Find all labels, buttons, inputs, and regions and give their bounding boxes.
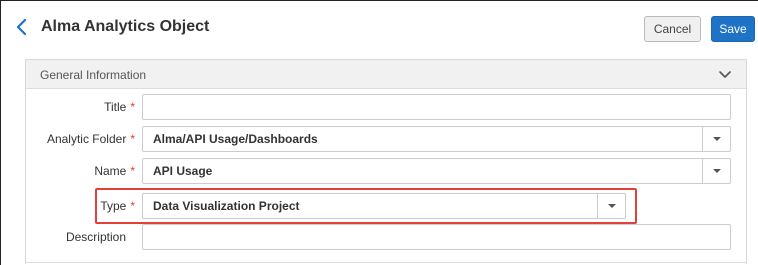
required-marker: * — [130, 100, 135, 114]
panel-title: General Information — [40, 68, 147, 82]
panel-bottom-divider — [25, 262, 747, 263]
type-value: Data Visualization Project — [153, 199, 300, 213]
name-label: Name * — [25, 158, 135, 184]
panel-header[interactable]: General Information — [26, 60, 746, 89]
description-label-text: Description — [65, 230, 126, 244]
analytic-folder-value: Alma/API Usage/Dashboards — [153, 132, 318, 146]
page-header: Alma Analytics Object Cancel Save — [1, 1, 758, 53]
analytic-folder-dropdown-toggle[interactable] — [702, 127, 730, 151]
caret-down-icon — [607, 204, 616, 208]
description-label: Description — [25, 224, 126, 250]
caret-down-icon — [712, 169, 721, 173]
analytic-folder-select[interactable]: Alma/API Usage/Dashboards — [142, 126, 731, 152]
back-button[interactable] — [11, 15, 31, 39]
required-marker: * — [130, 164, 135, 178]
title-input[interactable] — [142, 94, 731, 120]
name-dropdown-toggle[interactable] — [702, 159, 730, 183]
type-label-text: Type — [100, 199, 127, 213]
name-label-text: Name — [94, 164, 127, 178]
type-dropdown-toggle[interactable] — [597, 194, 625, 218]
required-marker: * — [130, 132, 135, 146]
type-label: Type * — [25, 193, 135, 219]
page-title: Alma Analytics Object — [41, 18, 210, 35]
caret-down-icon — [712, 137, 721, 141]
cancel-button[interactable]: Cancel — [644, 16, 701, 42]
type-select[interactable]: Data Visualization Project — [142, 193, 626, 219]
app-frame: Alma Analytics Object Cancel Save Genera… — [0, 0, 758, 265]
analytic-folder-label: Analytic Folder * — [25, 126, 135, 152]
chevron-left-icon — [16, 18, 27, 36]
save-button[interactable]: Save — [711, 16, 755, 42]
name-select[interactable]: API Usage — [142, 158, 731, 184]
analytic-folder-label-text: Analytic Folder — [46, 132, 127, 146]
required-marker: * — [130, 199, 135, 213]
title-label-text: Title — [104, 100, 127, 114]
description-input[interactable] — [142, 224, 731, 250]
title-label: Title * — [25, 94, 135, 120]
name-value: API Usage — [153, 164, 213, 178]
chevron-down-icon[interactable] — [718, 69, 732, 81]
